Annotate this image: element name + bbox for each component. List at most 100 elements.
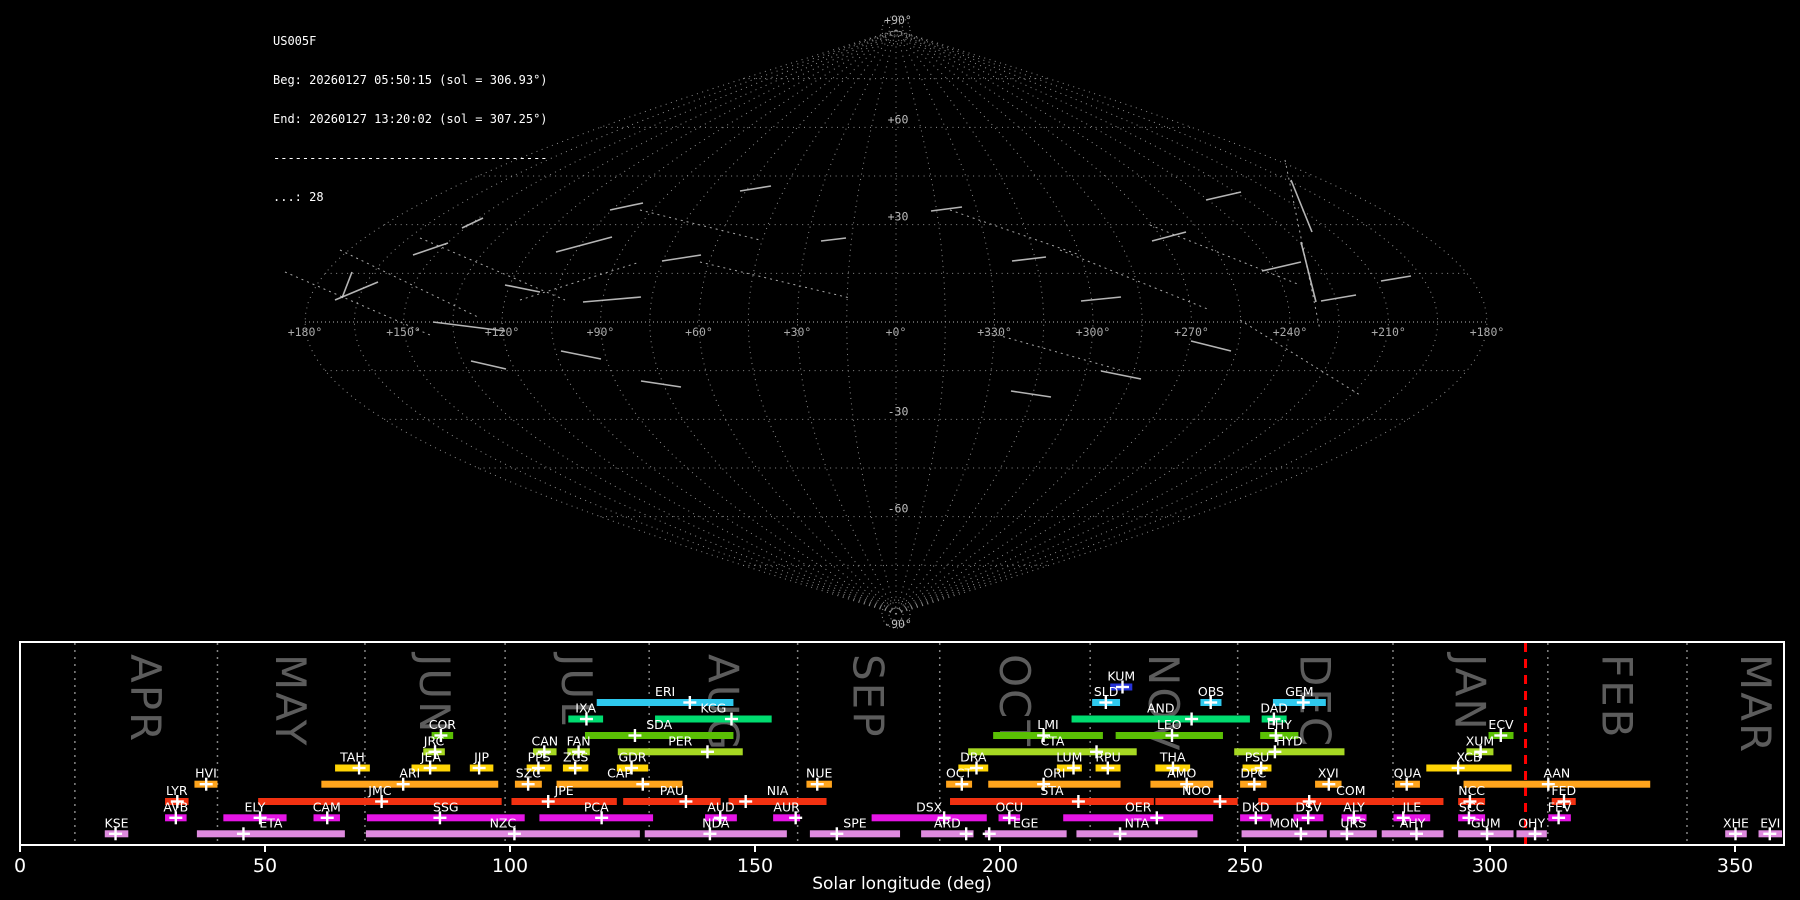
shower-label-DRA: DRA — [960, 750, 987, 765]
shower-label-PSU: PSU — [1245, 750, 1270, 765]
text-label: +60° — [685, 325, 713, 339]
map-meridian — [599, 29, 897, 615]
text-label: +90° — [884, 13, 912, 27]
text-label: -90° — [884, 617, 912, 631]
shower-label-LEO: LEO — [1157, 717, 1182, 732]
radiant-drift-track — [699, 261, 851, 299]
shower-label-PER: PER — [668, 733, 692, 748]
meteor-trail — [1380, 275, 1412, 282]
station-id: US005F — [273, 34, 317, 48]
text-label: +210° — [1371, 325, 1406, 339]
x-tick-label: 300 — [1472, 855, 1508, 877]
month-label-SEP: SEP — [844, 654, 893, 739]
map-meridian — [649, 29, 897, 615]
shower-label-JLE: JLE — [1402, 799, 1422, 814]
radiant-drift-track — [339, 249, 481, 319]
radiant-drift-track — [949, 209, 1081, 256]
x-tick-label: 100 — [492, 855, 528, 877]
meteor-trail — [739, 185, 772, 192]
shower-bar-PAU — [623, 798, 721, 805]
shower-label-TAH: TAH — [339, 750, 365, 765]
meteor-trail — [504, 284, 541, 293]
shower-label-JRC: JRC — [423, 733, 445, 748]
map-meridian — [895, 29, 1193, 615]
text-label: +30° — [784, 325, 812, 339]
shower-label-NZC: NZC — [490, 815, 517, 830]
meteor-trail — [1320, 294, 1357, 302]
month-label-JAN: JAN — [1445, 651, 1494, 732]
text-label: -60 — [888, 502, 909, 516]
shower-label-CTA: CTA — [1040, 733, 1064, 748]
shower-label-EGE: EGE — [1013, 815, 1039, 830]
text-label: -30 — [888, 404, 909, 418]
meteor-trail — [1151, 231, 1187, 242]
text-label: +240° — [1273, 325, 1308, 339]
shower-label-SDA: SDA — [646, 717, 672, 732]
shower-label-ARD: ARD — [934, 815, 961, 830]
text-label: +330° — [977, 325, 1012, 339]
meteor-trail — [1100, 370, 1142, 380]
shower-bar-NZC — [365, 830, 640, 838]
x-axis-title: Solar longitude (deg) — [812, 874, 992, 894]
meteor-trail — [1080, 296, 1122, 302]
shower-label-MON: MON — [1269, 815, 1299, 830]
meteor-trail — [1290, 179, 1313, 233]
text-label: +180° — [1470, 325, 1505, 339]
meteor-trail — [1010, 390, 1052, 398]
shower-label-SCC: SCC — [1459, 799, 1485, 814]
text-label: +270° — [1174, 325, 1209, 339]
shower-label-JMC: JMC — [367, 783, 391, 798]
text-label: +60 — [888, 112, 909, 126]
shower-label-NDA: NDA — [702, 815, 730, 830]
header-divider: -------------------------------------- — [273, 151, 548, 165]
shower-bar-EGE — [984, 830, 1067, 838]
shower-label-NOO: NOO — [1182, 783, 1211, 798]
text-label: +0° — [886, 325, 907, 339]
map-meridian — [550, 29, 897, 615]
shower-label-COM: COM — [1336, 783, 1365, 798]
meteor-trail — [560, 350, 602, 360]
shower-bar-DSX — [871, 814, 987, 822]
shower-label-KCG: KCG — [700, 701, 726, 716]
shower-label-FEV: FEV — [1548, 799, 1572, 814]
shower-label-GUM: GUM — [1471, 815, 1501, 830]
shower-bar-ARI — [321, 780, 499, 788]
text-label: +90° — [587, 325, 615, 339]
shower-label-NTA: NTA — [1125, 815, 1150, 830]
shower-label-JIP: JIP — [473, 750, 489, 765]
shower-label-KUM: KUM — [1107, 669, 1135, 684]
shower-bar-XCB — [1426, 764, 1512, 772]
month-label-MAR: MAR — [1731, 654, 1780, 754]
shower-label-ETA: ETA — [259, 815, 283, 830]
shower-bar-SDA — [584, 732, 734, 739]
observation-header: US005F Beg: 20260127 05:50:15 (sol = 306… — [273, 9, 548, 230]
shower-bar-SPE — [809, 830, 901, 838]
shower-label-PAU: PAU — [660, 783, 684, 798]
shower-label-AMO: AMO — [1167, 766, 1196, 781]
shower-bar-MON — [1241, 830, 1327, 838]
shower-label-URS: URS — [1340, 815, 1366, 830]
x-tick-label: 250 — [1227, 855, 1263, 877]
begin-time-line: Beg: 20260127 05:50:15 (sol = 306.93°) — [273, 73, 548, 87]
plot-svg: +90° +60 +30 -30 -60 -90° +180° +150° +120° +90° +… — [14, 13, 1785, 894]
meteor-trail — [661, 254, 702, 262]
meteor-trail — [412, 242, 449, 256]
shower-label-GEM: GEM — [1285, 684, 1313, 699]
meteor-trail — [609, 202, 644, 211]
meteor-trail — [470, 360, 507, 370]
text-label: +180° — [288, 325, 323, 339]
shower-bar-NTA — [1076, 830, 1198, 838]
shower-label-CAP: CAP — [607, 766, 632, 781]
shower-label-SSG: SSG — [433, 799, 459, 814]
meteor-trail — [582, 296, 642, 303]
meteor-trail — [640, 380, 682, 388]
shower-label-NUE: NUE — [806, 766, 832, 781]
meteor-trail — [1190, 340, 1232, 352]
x-tick-label: 150 — [737, 855, 773, 877]
shower-label-ELY: ELY — [245, 799, 266, 814]
shower-label-OHY: OHY — [1518, 815, 1545, 830]
shower-label-SPE: SPE — [843, 815, 866, 830]
meteor-count-line: ...: 28 — [273, 190, 324, 204]
meteor-trail — [1261, 261, 1302, 272]
meteor-trail — [555, 236, 613, 253]
